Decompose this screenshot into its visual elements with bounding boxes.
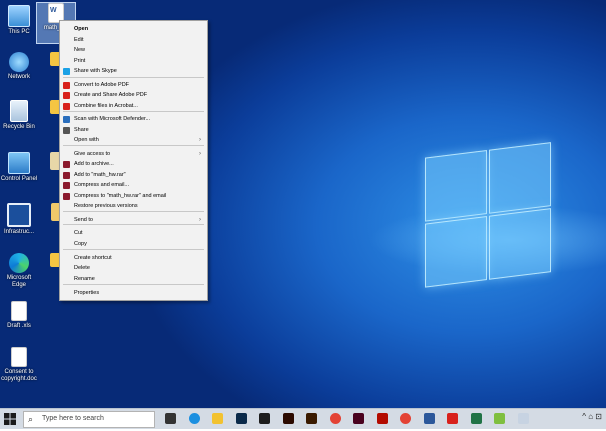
desktop-icon-label: Consent to copyright.doc [1,369,37,382]
taskbar-chrome-alt-icon[interactable] [400,413,411,424]
menu-item-label: Create and Share Adobe PDF [74,92,148,98]
desktop-icon-consent-doc[interactable]: Consent to copyright.doc [0,347,38,383]
winrar-icon [63,193,70,200]
taskbar-indesign-icon[interactable] [353,413,364,424]
desktop-icon-network[interactable]: Network [0,52,38,81]
taskbar-excel-icon[interactable] [470,413,482,424]
search-placeholder: Type here to search [42,415,104,422]
system-tray[interactable]: ^ ⌂ ⊡ [582,412,602,421]
acrobat-icon [63,92,70,99]
menu-item-create-and-share-adobe-pdf[interactable]: Create and Share Adobe PDF [60,90,207,101]
menu-separator [63,249,204,250]
document-icon [11,301,27,321]
menu-separator [63,145,204,146]
taskbar-photoshop-icon[interactable] [235,413,247,424]
desktop-icon-control-panel[interactable]: Control Panel [0,152,38,183]
start-button[interactable] [3,412,17,426]
acrobat-icon [63,103,70,110]
taskbar-paint-icon[interactable] [494,413,505,424]
menu-item-compress-and-email[interactable]: Compress and email... [60,180,207,191]
menu-item-label: Properties [74,290,100,296]
taskbar-terminal-icon[interactable] [259,413,270,424]
menu-item-scan-with-microsoft-defender[interactable]: Scan with Microsoft Defender... [60,114,207,125]
taskbar-search-box[interactable]: ⌕ Type here to search [23,411,155,428]
menu-item-cut[interactable]: Cut [60,228,207,239]
search-icon: ⌕ [28,414,34,424]
desktop-icon-label: Control Panel [0,176,38,182]
menu-item-label: Cut [74,230,83,236]
taskbar-chrome-icon[interactable] [329,413,341,424]
windows-icon [4,413,16,425]
desktop-icon-label: Draft .xls [7,323,31,329]
menu-separator [63,211,204,212]
winrar-icon [63,182,70,189]
taskbar-illustrator-alt-icon[interactable] [306,413,317,424]
menu-item-properties[interactable]: Properties [60,288,207,299]
menu-item-label: Delete [74,265,90,271]
desktop-icon-recycle-bin[interactable]: Recycle Bin [0,100,38,131]
menu-item-new[interactable]: New [60,45,207,56]
desktop-icon-label: This PC [8,29,30,35]
acrobat-icon [63,82,70,89]
windows-logo-wallpaper [425,142,551,288]
taskbar-file-explorer-icon[interactable] [212,413,223,424]
network-icon [9,52,29,72]
menu-item-label: Compress and email... [74,182,130,188]
menu-item-label: New [74,47,86,53]
window-icon [7,203,31,227]
menu-item-share-with-skype[interactable]: Share with Skype [60,66,207,77]
taskbar-acrobat-icon[interactable] [447,413,458,424]
desktop-icon-microsoft-edge[interactable]: Microsoft Edge [0,253,38,289]
shield-icon [63,116,70,123]
context-menu: Open Edit New Print Share with Skype Convert … [59,20,208,301]
taskbar-illustrator-icon[interactable] [282,413,294,424]
desktop-icon-infrastructure[interactable]: Infrastruc... [0,203,38,236]
taskbar-task-view-icon[interactable] [165,413,176,424]
desktop-icon-label: Infrastruc... [3,229,34,235]
menu-item-label: Open [74,26,89,32]
menu-separator [63,77,204,78]
winrar-icon [63,161,70,168]
taskbar-snipping-tool-icon[interactable] [517,413,529,424]
menu-separator [63,111,204,112]
skype-icon [63,68,70,75]
desktop-icon-label: Network [7,74,30,80]
taskbar-acrobat-reader-icon[interactable] [376,413,388,424]
edge-icon [9,253,29,273]
document-icon [11,347,27,367]
menu-item-delete[interactable]: Delete [60,263,207,274]
share-icon [63,127,70,134]
taskbar: ⌕ Type here to search ^ ⌂ ⊡ [0,408,606,429]
computer-icon [8,5,30,27]
menu-item-label: Add to archive... [74,161,114,167]
menu-item-label: Scan with Microsoft Defender... [74,116,151,122]
recycle-bin-icon [10,100,28,122]
control-panel-icon [8,152,30,174]
desktop-icon-label: Recycle Bin [3,124,35,130]
menu-item-open[interactable]: Open [60,24,207,35]
winrar-icon [63,172,70,179]
desktop-icon-this-pc[interactable]: This PC [0,5,38,36]
taskbar-word-icon[interactable] [423,413,435,424]
desktop-icon-draft-xls[interactable]: Draft .xls [0,301,38,330]
menu-separator [63,224,204,225]
taskbar-edge-icon[interactable] [188,413,200,424]
desktop-icon-label: Microsoft Edge [6,275,32,288]
menu-separator [63,284,204,285]
menu-item-label: Share with Skype [74,68,117,74]
menu-item-add-to-archive[interactable]: Add to archive... [60,159,207,170]
